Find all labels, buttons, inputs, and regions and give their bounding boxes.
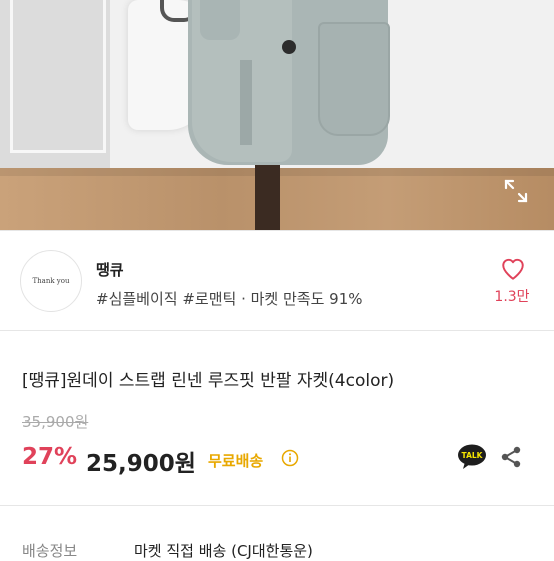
seller-row[interactable]: Thank you 땡큐 #심플베이직 #로맨틱 · 마켓 만족도 91% 1.… <box>0 230 554 330</box>
expand-icon[interactable] <box>503 178 529 204</box>
shipping-value: 마켓 직접 배송 (CJ대한통운) <box>134 542 313 560</box>
share-icon[interactable] <box>499 445 523 469</box>
info-icon[interactable] <box>281 449 299 467</box>
free-shipping-badge: 무료배송 <box>208 452 264 470</box>
heart-icon[interactable] <box>500 256 526 282</box>
svg-text:TALK: TALK <box>462 451 484 460</box>
shipping-label: 배송정보 <box>22 542 78 560</box>
original-price: 35,900원 <box>22 413 89 431</box>
seller-name[interactable]: 땡큐 <box>96 259 124 280</box>
favorite-count: 1.3만 <box>494 289 530 305</box>
divider <box>0 330 554 331</box>
product-title: [땡큐]원데이 스트랩 린넨 루즈핏 반팔 자켓(4color) <box>22 371 395 391</box>
seller-tags: #심플베이직 #로맨틱 · 마켓 만족도 91% <box>96 290 363 308</box>
product-image[interactable] <box>0 0 554 230</box>
sale-price: 25,900원 <box>86 451 196 477</box>
divider <box>0 505 554 506</box>
kakaotalk-icon[interactable]: TALK <box>457 444 487 470</box>
seller-logo[interactable]: Thank you <box>20 250 82 312</box>
image-door <box>0 0 110 175</box>
discount-rate: 27% <box>22 444 78 470</box>
